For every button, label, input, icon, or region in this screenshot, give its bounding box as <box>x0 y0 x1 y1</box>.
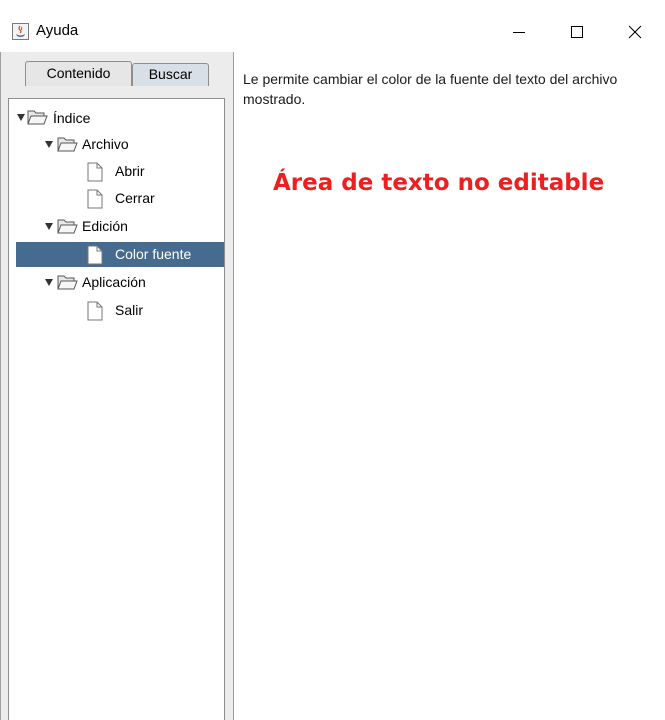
annotation-label: Área de texto no editable <box>273 170 605 196</box>
help-content-area[interactable] <box>234 52 665 720</box>
tree-node-label: Salir <box>115 302 144 318</box>
tree-node-label: Cerrar <box>115 190 155 206</box>
folder-open-icon <box>27 110 48 125</box>
expand-triangle-icon[interactable] <box>16 112 26 122</box>
tab-contenido[interactable]: Contenido <box>25 61 132 86</box>
folder-open-icon <box>57 275 78 290</box>
tree-node-label: Archivo <box>82 136 129 152</box>
document-icon <box>87 245 103 265</box>
folder-open-icon <box>57 137 78 152</box>
maximize-button[interactable] <box>554 14 600 50</box>
tree-node-label: Índice <box>53 110 91 126</box>
tab-buscar[interactable]: Buscar <box>132 63 209 86</box>
tree-node-label: Color fuente <box>115 246 192 262</box>
maximize-icon <box>571 26 583 38</box>
folder-open-icon <box>57 219 78 234</box>
tree-node-cerrar[interactable]: Cerrar <box>86 185 216 212</box>
close-button[interactable] <box>612 14 658 50</box>
tree-node-label: Aplicación <box>82 274 146 290</box>
java-cup-icon <box>12 23 29 40</box>
title-bar: Ayuda <box>0 0 665 52</box>
tree-node-edicion[interactable]: Edición <box>44 213 214 240</box>
tree-node-color-fuente[interactable]: Color fuente <box>86 241 224 268</box>
expand-triangle-icon[interactable] <box>44 277 54 287</box>
minimize-icon <box>513 32 525 33</box>
tree-node-abrir[interactable]: Abrir <box>86 158 216 185</box>
tree-node-indice[interactable]: Índice <box>16 104 216 131</box>
tree-node-salir[interactable]: Salir <box>86 297 216 324</box>
document-icon <box>87 162 103 182</box>
expand-triangle-icon[interactable] <box>44 221 54 231</box>
tree-node-label: Abrir <box>115 163 145 179</box>
help-content-text: Le permite cambiar el color de la fuente… <box>243 71 618 107</box>
document-icon <box>87 301 103 321</box>
minimize-button[interactable] <box>496 14 542 50</box>
document-icon <box>87 189 103 209</box>
close-icon <box>628 25 642 39</box>
expand-triangle-icon[interactable] <box>44 139 54 149</box>
tree-node-aplicacion[interactable]: Aplicación <box>44 269 214 296</box>
tree-node-label: Edición <box>82 218 128 234</box>
window-title: Ayuda <box>36 22 79 39</box>
tree-node-archivo[interactable]: Archivo <box>44 131 214 158</box>
